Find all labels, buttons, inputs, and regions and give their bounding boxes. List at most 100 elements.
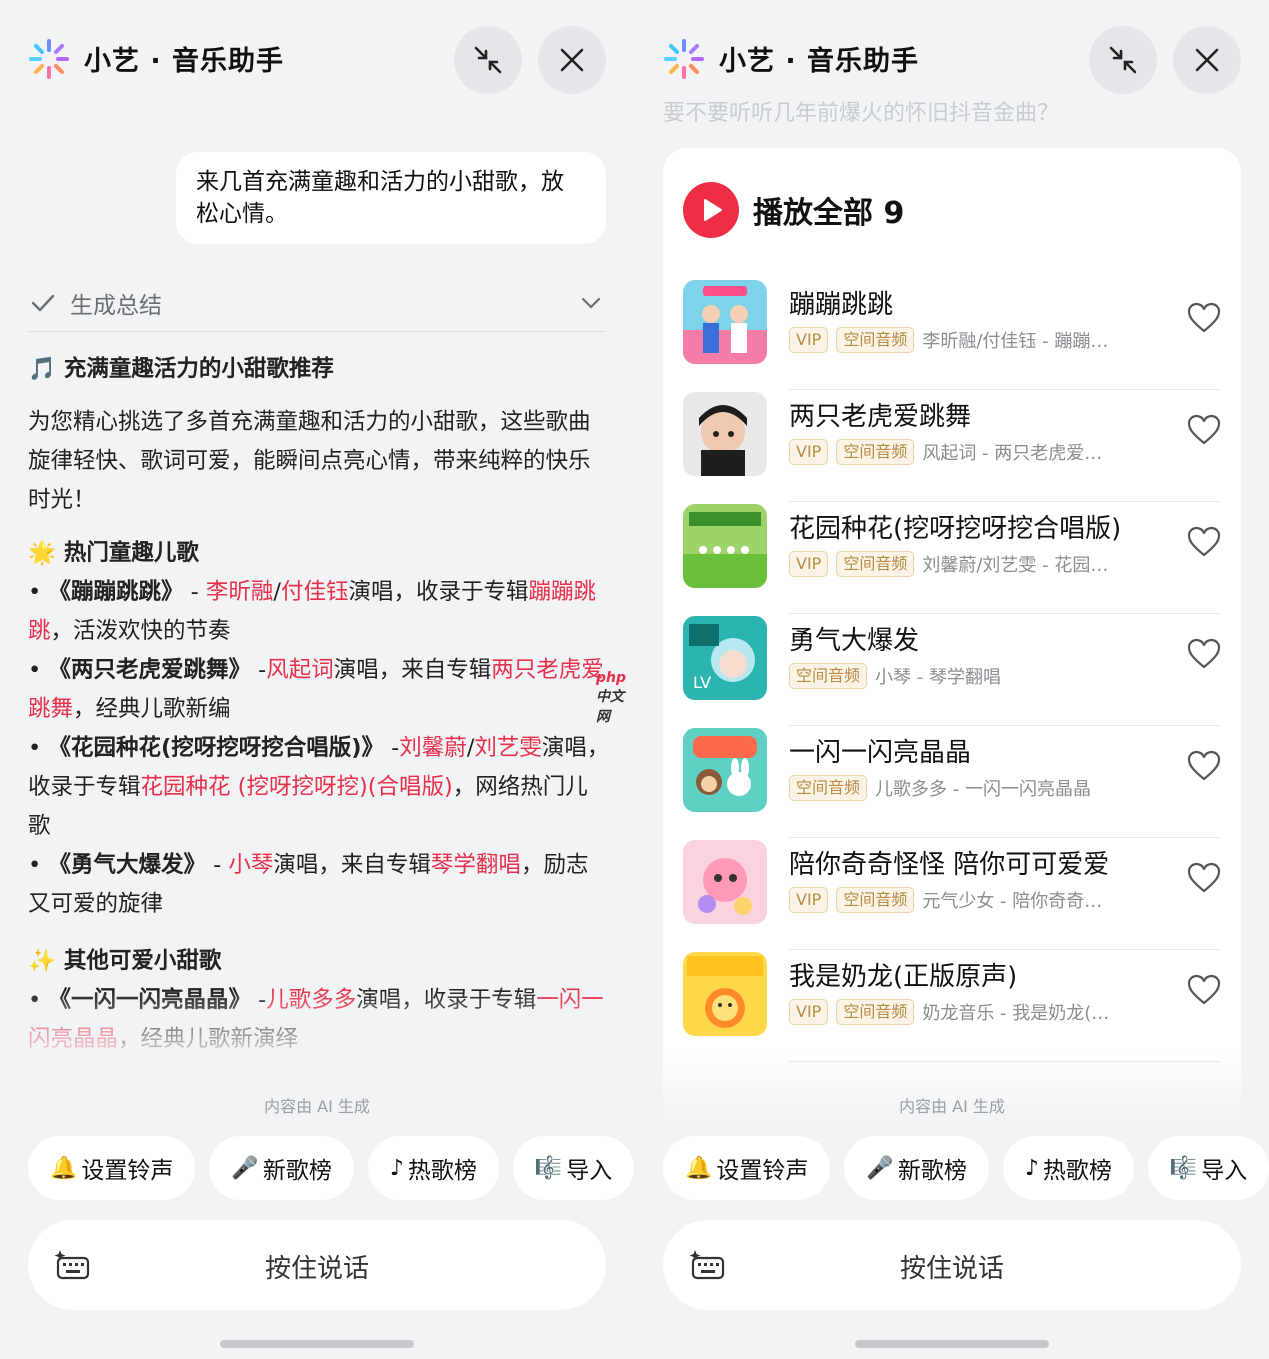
ai-generated-note: 内容由 AI 生成 [899,1097,1005,1116]
artist-album: 儿歌多多 - 一闪一闪亮晶晶 [875,779,1091,800]
chip-icon: 🎤 [866,1155,894,1181]
minimize-button[interactable] [1089,26,1157,94]
bullet: • [28,735,49,761]
separator: / [273,579,281,605]
artist-album: 刘馨蔚/刘艺雯 - 花园… [922,555,1109,576]
heart-icon[interactable] [1187,862,1221,894]
song-meta: 空间音频 小琴 - 琴学翻唱 [789,662,1001,690]
bullet: • [28,657,49,683]
summary-label: 生成总结 [70,293,162,319]
home-indicator[interactable] [855,1340,1049,1348]
song-desc: 演唱，收录于专辑 [348,579,529,605]
home-indicator[interactable] [220,1340,414,1348]
song-row[interactable]: 花园种花(挖呀挖呀挖合唱版) VIP 空间音频 刘馨蔚/刘艺雯 - 花园… [683,502,1221,614]
chip-1[interactable]: 🎤 新歌榜 [844,1136,989,1200]
quick-action-chips: 🔔 设置铃声 🎤 新歌榜 ♪ 热歌榜 🎼 导入 [28,1136,634,1200]
heart-icon[interactable] [1187,414,1221,446]
summary-toggle[interactable]: 生成总结 [28,280,606,332]
song-title: 我是奶龙(正版原声) [789,962,1018,992]
artist-link[interactable]: 小琴 [228,852,273,878]
song-row[interactable]: 蹦蹦跳跳 VIP 空间音频 李昕融/付佳钰 - 蹦蹦… [683,278,1221,390]
song-title: 《两只老虎爱跳舞》 [48,657,251,683]
svg-text:LV: LV [693,673,711,692]
chip-label: 新歌榜 [262,1158,332,1184]
spatial-audio-badge: 空间音频 [836,999,915,1025]
artist-link[interactable]: 付佳钰 [281,579,349,605]
artist-link[interactable]: 刘馨蔚 [399,735,467,761]
song-meta: 空间音频 儿歌多多 - 一闪一闪亮晶晶 [789,774,1091,802]
song-meta: VIP 空间音频 李昕融/付佳钰 - 蹦蹦… [789,326,1108,354]
song-meta: VIP 空间音频 刘馨蔚/刘艺雯 - 花园… [789,550,1108,578]
collapse-arrows-icon [474,46,502,74]
bullet: • [28,579,49,605]
song-row[interactable]: 两只老虎爱跳舞 VIP 空间音频 风起词 - 两只老虎爱… [683,390,1221,502]
chip-2[interactable]: ♪ 热歌榜 [1002,1136,1134,1200]
left-chat-panel: 小艺 · 音乐助手 来几首充满童趣和活力的小甜歌，放松心情。 生成总结 🎵 充满… [0,0,634,1359]
chip-icon: ♪ [389,1155,404,1181]
heart-icon[interactable] [1187,302,1221,334]
answer-heading: 🎵 充满童趣活力的小甜歌推荐 [28,356,334,382]
song-desc: ，活泼欢快的节奏 [50,618,231,644]
song-title: 花园种花(挖呀挖呀挖合唱版) [789,514,1122,544]
song-row[interactable]: 我是奶龙(正版原声) VIP 空间音频 奶龙音乐 - 我是奶龙(… [683,950,1221,1062]
artist-link[interactable]: 李昕融 [206,579,274,605]
song-title: 蹦蹦跳跳 [789,290,894,320]
heart-icon[interactable] [1187,638,1221,670]
play-all-label: 播放全部 9 [753,196,905,231]
song-title: 陪你奇奇怪怪 陪你可可爱爱 [789,850,1110,880]
minimize-button[interactable] [454,26,522,94]
spatial-audio-badge: 空间音频 [836,887,915,913]
heart-icon[interactable] [1187,974,1221,1006]
song-list: 蹦蹦跳跳 VIP 空间音频 李昕融/付佳钰 - 蹦蹦… 两只老虎爱跳舞 VIP 空间音频 风起… [683,278,1221,1062]
chip-icon: 🎼 [534,1155,563,1181]
close-button[interactable] [538,26,606,94]
song-list-card: 播放全部 9 蹦蹦跳跳 VIP 空间音频 李昕融/付佳钰 - 蹦蹦… 两只老虎爱跳舞 VI… [663,148,1241,1128]
chip-1[interactable]: 🎤 新歌榜 [209,1136,354,1200]
play-all-button[interactable]: 播放全部 9 [683,180,904,240]
song-desc: 演唱，来自专辑 [273,852,431,878]
chip-icon: 🔔 [685,1155,713,1181]
artist-link[interactable]: 刘艺雯 [474,735,542,761]
song-row[interactable]: 陪你奇奇怪怪 陪你可可爱爱 VIP 空间音频 元气少女 - 陪你奇奇… [683,838,1221,950]
chip-2[interactable]: ♪ 热歌榜 [367,1136,499,1200]
close-icon [1195,48,1219,72]
close-button[interactable] [1173,26,1241,94]
push-to-talk-bar[interactable]: 按住说话 [28,1220,606,1310]
chip-label: 热歌榜 [407,1158,477,1184]
chip-icon: 🎼 [1169,1155,1198,1181]
chip-0[interactable]: 🔔 设置铃声 [663,1136,831,1200]
chip-3[interactable]: 🎼 导入 [1147,1136,1269,1200]
cover-yellow-dragon [683,952,767,1036]
bullet: • [28,852,49,878]
push-to-talk-label: 按住说话 [899,1254,1004,1284]
push-to-talk-bar[interactable]: 按住说话 [663,1220,1241,1310]
answer-intro: 为您精心挑选了多首充满童趣和活力的小甜歌，这些歌曲旋律轻快、歌词可爱，能瞬间点亮… [28,409,591,513]
hot-song-list: • 《蹦蹦跳跳》 - 李昕融/付佳钰演唱，收录于专辑蹦蹦跳跳，活泼欢快的节奏 • … [28,573,610,924]
play-icon [683,182,739,238]
section-title-hot: 🌟 热门童趣儿歌 [28,540,199,566]
artist-link[interactable]: 风起词 [266,657,334,683]
header: 小艺 · 音乐助手 [28,24,606,94]
chip-0[interactable]: 🔔 设置铃声 [28,1136,196,1200]
album-link[interactable]: 琴学翻唱 [431,852,521,878]
sparkle-logo-icon [664,39,704,79]
vip-badge: VIP [789,551,829,577]
artist-album: 小琴 - 琴学翻唱 [875,667,1001,688]
chip-icon: 🔔 [50,1155,78,1181]
scroll-fade [0,990,634,1080]
chip-3[interactable]: 🎼 导入 [512,1136,634,1200]
song-recommendation-line: • 《蹦蹦跳跳》 - 李昕融/付佳钰演唱，收录于专辑蹦蹦跳跳，活泼欢快的节奏 [28,573,610,651]
song-row[interactable]: LV 勇气大爆发 空间音频 小琴 - 琴学翻唱 [683,614,1221,726]
previous-message-ghost: 要不要听听几年前爆火的怀旧抖音金曲？ [663,101,1060,126]
heart-icon[interactable] [1187,526,1221,558]
song-meta: VIP 空间音频 元气少女 - 陪你奇奇… [789,886,1102,914]
user-message-bubble: 来几首充满童趣和活力的小甜歌，放松心情。 [176,152,606,244]
song-title: 《勇气大爆发》 [48,852,206,878]
heart-icon[interactable] [1187,750,1221,782]
song-row[interactable]: 一闪一闪亮晶晶 空间音频 儿歌多多 - 一闪一闪亮晶晶 [683,726,1221,838]
album-link[interactable]: 花园种花 (挖呀挖呀挖)(合唱版) [141,774,453,800]
cover-flower-garden [683,504,767,588]
spatial-audio-badge: 空间音频 [836,439,915,465]
chip-label: 导入 [566,1158,613,1184]
spatial-audio-badge: 空间音频 [836,327,915,353]
